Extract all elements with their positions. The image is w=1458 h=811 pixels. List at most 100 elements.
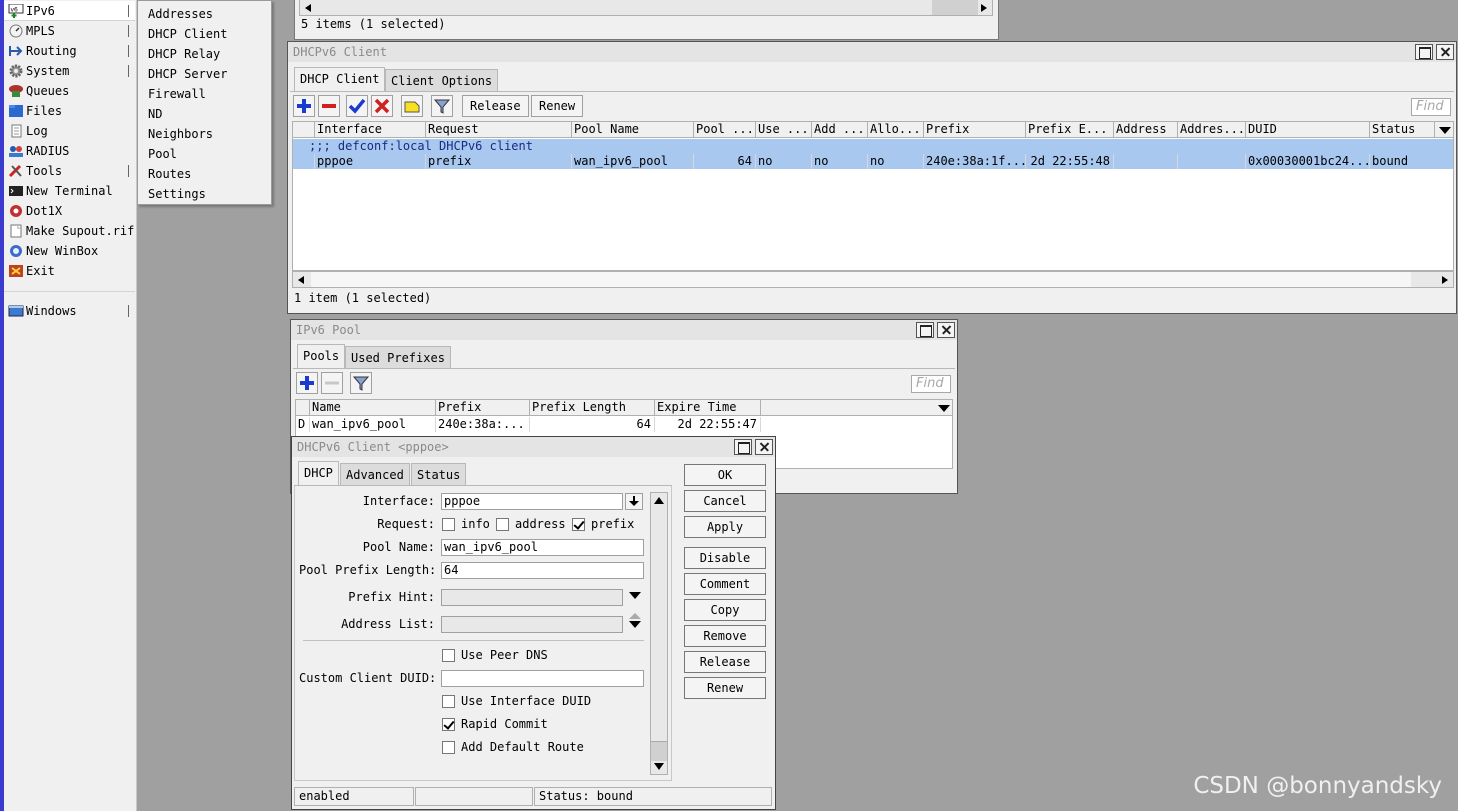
submenu-item-pool[interactable]: Pool	[148, 144, 177, 164]
sidebar-item-log[interactable]: Log	[4, 121, 135, 141]
tab-dhcp[interactable]: DHCP	[298, 461, 339, 485]
address-list-down-icon[interactable]	[629, 621, 641, 628]
close-icon[interactable]	[1436, 44, 1454, 60]
column-header[interactable]: DUID	[1246, 122, 1370, 138]
table-row[interactable]: D wan_ipv6_pool 240e:38a:... 64 2d 22:55…	[296, 417, 952, 432]
address-list-field[interactable]	[441, 616, 623, 633]
cancel-button[interactable]: Cancel	[684, 490, 766, 512]
sidebar-item-files[interactable]: Files	[4, 101, 135, 121]
add-button[interactable]	[296, 372, 318, 394]
table-comment-row[interactable]: ;;; defconf:local DHCPv6 client	[293, 139, 1453, 154]
scroll-left-icon[interactable]	[305, 4, 311, 12]
tab-client-options[interactable]: Client Options	[385, 69, 499, 91]
interface-dropdown-button[interactable]	[625, 493, 643, 510]
submenu-item-dhcp-relay[interactable]: DHCP Relay	[148, 44, 220, 64]
disable-button[interactable]	[371, 95, 393, 117]
tab-advanced[interactable]: Advanced	[340, 463, 410, 485]
window-titlebar[interactable]: DHCPv6 Client	[288, 42, 1456, 62]
scroll-right-icon[interactable]	[981, 4, 987, 12]
sidebar-item-queues[interactable]: Queues	[4, 81, 135, 101]
find-input[interactable]: Find	[1411, 98, 1451, 116]
scroll-thumb[interactable]	[651, 741, 667, 761]
submenu-item-firewall[interactable]: Firewall	[148, 84, 206, 104]
scroll-right-icon[interactable]	[1442, 276, 1448, 284]
scroll-left-icon[interactable]	[298, 276, 304, 284]
sidebar-item-make-supout[interactable]: Make Supout.rif	[4, 221, 135, 241]
request-info-checkbox[interactable]	[442, 518, 455, 531]
sidebar-item-new-winbox[interactable]: New WinBox	[4, 241, 135, 261]
renew-button[interactable]: Renew	[684, 677, 766, 699]
submenu-item-nd[interactable]: ND	[148, 104, 162, 124]
use-interface-duid-checkbox[interactable]	[442, 695, 455, 708]
close-icon[interactable]	[937, 322, 955, 338]
scroll-thumb[interactable]	[311, 272, 1411, 287]
sidebar-item-ipv6[interactable]: v6 IPv6	[4, 1, 135, 21]
column-header[interactable]: Allo...	[868, 122, 924, 138]
dialog-titlebar[interactable]: DHCPv6 Client <pppoe>	[292, 437, 775, 457]
find-input[interactable]: Find	[911, 375, 951, 393]
columns-dropdown-icon[interactable]	[938, 405, 950, 412]
copy-button[interactable]: Copy	[684, 599, 766, 621]
column-header[interactable]: Status	[1370, 122, 1435, 138]
apply-button[interactable]: Apply	[684, 516, 766, 538]
submenu-item-neighbors[interactable]: Neighbors	[148, 124, 213, 144]
submenu-item-settings[interactable]: Settings	[148, 184, 206, 204]
submenu-item-dhcp-server[interactable]: DHCP Server	[148, 64, 227, 84]
window-titlebar[interactable]: IPv6 Pool	[291, 320, 957, 340]
prefix-hint-dropdown-icon[interactable]	[629, 592, 641, 599]
comment-button[interactable]	[401, 95, 423, 117]
column-header[interactable]: Addres...	[1178, 122, 1246, 138]
request-address-checkbox[interactable]	[496, 518, 509, 531]
sidebar-item-dot1x[interactable]: Dot1X	[4, 201, 135, 221]
column-header[interactable]: Prefix E...	[1026, 122, 1114, 138]
sidebar-item-system[interactable]: System	[4, 61, 135, 81]
remove-button[interactable]: Remove	[684, 625, 766, 647]
column-header[interactable]: Interface	[315, 122, 426, 138]
tab-dhcp-client[interactable]: DHCP Client	[294, 67, 386, 91]
remove-button[interactable]	[318, 95, 340, 117]
column-header[interactable]: Use ...	[756, 122, 812, 138]
use-peer-dns-checkbox[interactable]	[442, 649, 455, 662]
sidebar-item-tools[interactable]: Tools	[4, 161, 135, 181]
add-default-route-checkbox[interactable]	[442, 741, 455, 754]
request-prefix-checkbox[interactable]	[572, 518, 585, 531]
submenu-item-dhcp-client[interactable]: DHCP Client	[148, 24, 227, 44]
column-header[interactable]: Pool ...	[694, 122, 756, 138]
enable-button[interactable]	[346, 95, 368, 117]
tab-status[interactable]: Status	[411, 463, 467, 485]
column-header[interactable]: Prefix	[924, 122, 1026, 138]
column-header[interactable]: Address	[1114, 122, 1178, 138]
maximize-icon[interactable]	[734, 439, 752, 455]
sidebar-item-radius[interactable]: RADIUS	[4, 141, 135, 161]
release-button[interactable]: Release	[462, 95, 529, 117]
filter-button[interactable]	[350, 372, 372, 394]
disable-button[interactable]: Disable	[684, 547, 766, 569]
release-button[interactable]: Release	[684, 651, 766, 673]
filter-button[interactable]	[431, 95, 453, 117]
columns-dropdown-icon[interactable]	[1439, 127, 1451, 134]
sidebar-item-exit[interactable]: Exit	[4, 261, 135, 281]
address-list-up-icon[interactable]	[629, 613, 641, 619]
custom-duid-field[interactable]	[441, 670, 644, 687]
column-header[interactable]: Request	[426, 122, 572, 138]
column-header[interactable]: Add ...	[812, 122, 868, 138]
column-header[interactable]: Pool Name	[572, 122, 694, 138]
rapid-commit-checkbox[interactable]	[442, 718, 455, 731]
renew-button[interactable]: Renew	[531, 95, 584, 117]
interface-field[interactable]: pppoe	[441, 493, 623, 510]
horizontal-scrollbar[interactable]	[299, 0, 993, 16]
comment-button[interactable]: Comment	[684, 573, 766, 595]
column-header[interactable]: Prefix	[436, 400, 530, 416]
sidebar-item-new-terminal[interactable]: New Terminal	[4, 181, 135, 201]
column-header[interactable]: Prefix Length	[530, 400, 655, 416]
vertical-scrollbar[interactable]	[650, 492, 668, 775]
column-header[interactable]: Expire Time	[655, 400, 761, 416]
scroll-thumb[interactable]	[932, 0, 978, 15]
close-icon[interactable]	[755, 439, 773, 455]
scroll-up-icon[interactable]	[654, 497, 664, 504]
table-row[interactable]: pppoe prefix wan_ipv6_pool 64 no no no 2…	[293, 154, 1453, 169]
horizontal-scrollbar[interactable]	[292, 271, 1454, 288]
scroll-down-icon[interactable]	[654, 763, 664, 770]
sidebar-item-mpls[interactable]: MPLS	[4, 21, 135, 41]
ok-button[interactable]: OK	[684, 464, 766, 486]
